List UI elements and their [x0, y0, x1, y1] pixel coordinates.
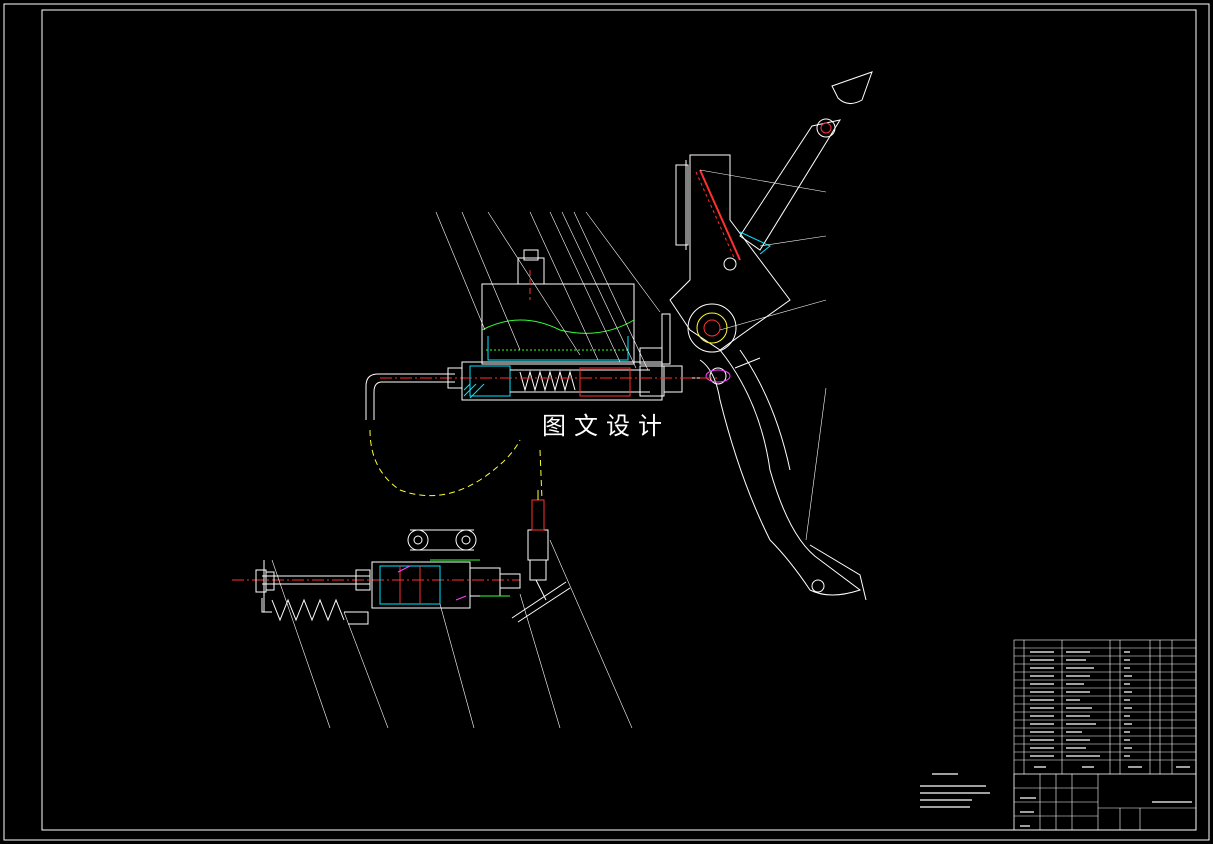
watermark-text: 图文设计 [542, 412, 670, 440]
master-cylinder [365, 249, 720, 420]
slave-cylinder [232, 490, 571, 625]
flexible-hose [369, 429, 543, 501]
leader-lines-bottom [271, 539, 633, 729]
leader-lines-top [435, 169, 827, 541]
pedal-assembly [669, 71, 873, 601]
